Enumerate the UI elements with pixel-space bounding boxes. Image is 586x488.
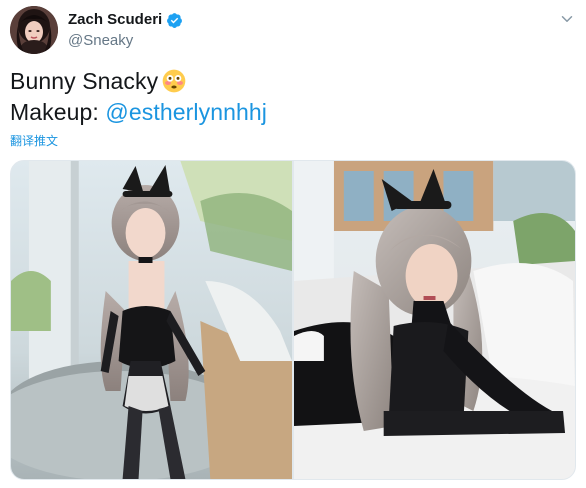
- tweet-text-line-2: Makeup: @estherlynnhhj: [10, 97, 576, 128]
- media-grid: [10, 160, 576, 480]
- display-name[interactable]: Zach Scuderi: [68, 10, 162, 30]
- username[interactable]: @Sneaky: [68, 31, 183, 51]
- verified-badge-icon: [166, 12, 183, 29]
- tweet-text-line-1: Bunny Snacky: [10, 66, 576, 97]
- tweet-text: Bunny Snacky Makeup: @estherlynnhhj: [10, 66, 576, 128]
- translate-tweet-link[interactable]: 翻译推文: [10, 133, 58, 149]
- tweet-header: Zach Scuderi @Sneaky: [10, 6, 576, 54]
- display-name-row: Zach Scuderi: [68, 10, 183, 30]
- avatar[interactable]: [10, 6, 58, 54]
- photo-1[interactable]: [11, 161, 292, 479]
- mention-link[interactable]: @estherlynnhhj: [105, 99, 267, 125]
- chevron-down-icon[interactable]: [558, 10, 576, 28]
- flushed-face-emoji-icon: [162, 69, 186, 93]
- photo-2[interactable]: [294, 161, 575, 479]
- tweet-title-text: Bunny Snacky: [10, 68, 159, 94]
- tweet: Zach Scuderi @Sneaky Bunny Snacky Makeup…: [0, 0, 586, 488]
- makeup-prefix-text: Makeup:: [10, 99, 106, 125]
- author-names: Zach Scuderi @Sneaky: [68, 10, 183, 51]
